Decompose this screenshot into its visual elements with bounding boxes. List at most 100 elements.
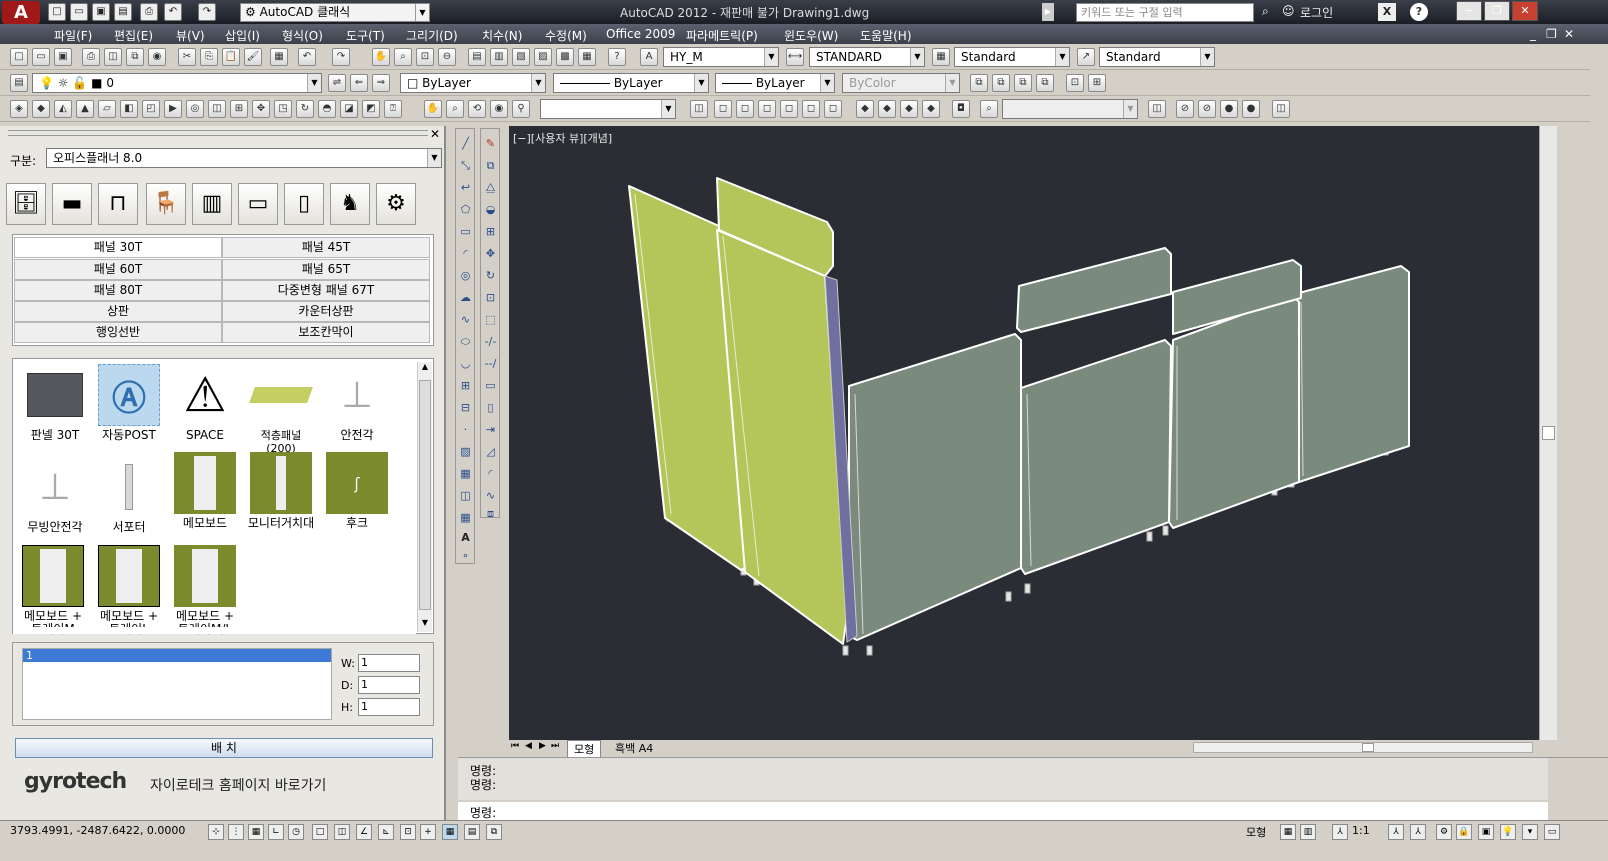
menu-office2009[interactable]: Office 2009	[606, 27, 675, 41]
ellipse-icon[interactable]: ⬭	[457, 333, 474, 350]
lineweight-select[interactable]: ByLayer ▼	[715, 73, 835, 93]
dim-style-select[interactable]: STANDARD ▼	[809, 47, 925, 67]
new-file-icon[interactable]: □	[48, 3, 66, 21]
revcloud-icon[interactable]: ☁	[457, 289, 474, 306]
named-views-icon[interactable]: ◫	[690, 100, 708, 118]
match-properties-icon[interactable]: 🖌	[244, 48, 262, 66]
polysolid-icon[interactable]: ◈	[10, 100, 28, 118]
conceptual-icon[interactable]: ●	[1242, 100, 1260, 118]
help-icon[interactable]: ?	[608, 48, 626, 66]
draworder-back-icon[interactable]: ⧉	[992, 74, 1010, 92]
scroll-thumb[interactable]	[1362, 743, 1374, 752]
save-as-icon[interactable]: ▤	[114, 3, 132, 21]
desk-icon[interactable]: 🗄	[6, 183, 46, 225]
copy-icon[interactable]: ⎘	[200, 48, 218, 66]
rotate-icon[interactable]: ↻	[482, 267, 499, 284]
panel-type-item[interactable]: 패널 80T	[14, 280, 222, 301]
tab-nav-next-icon[interactable]: ▶	[539, 741, 546, 751]
panel-type-item[interactable]: 다중변형 패널 67T	[222, 280, 430, 301]
planar-surface-icon[interactable]: ◫	[208, 100, 226, 118]
save-icon[interactable]: ▣	[54, 48, 72, 66]
transparency-icon[interactable]: ▦	[442, 824, 458, 840]
wedge-icon[interactable]: ◭	[54, 100, 72, 118]
part-item[interactable]: ⊥ 안전각	[322, 364, 392, 442]
ne-iso-icon[interactable]: ◆	[900, 100, 918, 118]
region-icon[interactable]: ◫	[457, 487, 474, 504]
menu-file[interactable]: 파일(F)	[54, 27, 92, 44]
exchange-icon[interactable]: X	[1378, 3, 1396, 21]
annotation-visibility-icon[interactable]: ⅄	[1388, 824, 1404, 840]
stretch-icon[interactable]: ⬚	[482, 311, 499, 328]
workspace-switch-icon[interactable]: ⚙	[1436, 824, 1452, 840]
part-item[interactable]: 판넬 30T	[20, 364, 90, 442]
block-editor-icon[interactable]: ▦	[270, 48, 288, 66]
panel-type-item[interactable]: 행잉선반	[14, 322, 222, 343]
cabinet-icon[interactable]: ▭	[238, 183, 278, 225]
box-icon[interactable]: ◆	[32, 100, 50, 118]
chamfer-icon[interactable]: ◿	[482, 443, 499, 460]
realistic-icon[interactable]: ●	[1220, 100, 1238, 118]
part-item[interactable]: ʃ 후크	[322, 452, 392, 530]
width-field[interactable]: 1	[358, 654, 420, 672]
table-icon[interactable]: ▦	[457, 509, 474, 526]
sphere-icon[interactable]: ▱	[98, 100, 116, 118]
construction-line-icon[interactable]: ⤡	[457, 157, 474, 174]
wireframe-icon[interactable]: ⊘	[1176, 100, 1194, 118]
menu-insert[interactable]: 삽입(I)	[225, 27, 260, 44]
front-view-icon[interactable]: ◻	[802, 100, 820, 118]
publish-icon[interactable]: ⧉	[126, 48, 144, 66]
fillet-icon[interactable]: ◜	[482, 465, 499, 482]
size-list-selected[interactable]: 1	[23, 649, 331, 662]
scroll-thumb[interactable]	[1542, 426, 1555, 440]
draworder-above-icon[interactable]: ⧉	[1014, 74, 1032, 92]
plot-icon[interactable]: ⎙	[82, 48, 100, 66]
isolate-objects-icon[interactable]: 💡	[1500, 824, 1516, 840]
grid-display-icon[interactable]: ▦	[248, 824, 264, 840]
binoculars-icon[interactable]: ⌕	[1262, 4, 1269, 19]
camera-icon[interactable]: ◉	[490, 100, 508, 118]
cylinder-icon[interactable]: ◧	[120, 100, 138, 118]
place-button[interactable]: 배 치	[15, 738, 433, 758]
panel-type-item[interactable]: 패널 60T	[14, 259, 222, 280]
arc-icon[interactable]: ◜	[457, 245, 474, 262]
camera-view-icon[interactable]: ◘	[952, 100, 970, 118]
application-menu-button[interactable]: A	[2, 1, 40, 24]
torus-icon[interactable]: ◰	[142, 100, 160, 118]
palette-grip[interactable]	[8, 130, 428, 136]
doc-close-icon[interactable]: ✕	[1564, 27, 1574, 41]
toolbar-lock-icon[interactable]: 🔒	[1456, 824, 1472, 840]
menu-view[interactable]: 뷰(V)	[176, 27, 205, 44]
drawing-viewport[interactable]	[509, 126, 1539, 740]
snap-mode-icon[interactable]: ⋮	[228, 824, 244, 840]
student-chair-icon[interactable]: 🪑	[146, 183, 186, 225]
add-selected-icon[interactable]: ∘	[457, 547, 474, 564]
save-icon[interactable]: ▣	[92, 3, 110, 21]
scroll-down-icon[interactable]: ▼	[418, 618, 432, 632]
part-item[interactable]: 메모보드	[170, 452, 240, 530]
text-front-icon[interactable]: ⊡	[1066, 74, 1084, 92]
table-style-select[interactable]: Standard ▼	[954, 47, 1070, 67]
extend-icon[interactable]: --/	[482, 355, 499, 372]
status-menu-icon[interactable]: ▾	[1522, 824, 1538, 840]
slice-icon[interactable]: ◪	[340, 100, 358, 118]
otrack-icon[interactable]: ∠	[356, 824, 372, 840]
explode-icon[interactable]: ⧈	[482, 505, 499, 522]
menu-help[interactable]: 도움말(H)	[860, 27, 912, 44]
polar-tracking-icon[interactable]: ◷	[288, 824, 304, 840]
infer-constraints-icon[interactable]: ⊹	[208, 824, 224, 840]
menu-modify[interactable]: 수정(M)	[545, 27, 587, 44]
design-center-icon[interactable]: ▥	[490, 48, 508, 66]
viewport-vertical-scrollbar[interactable]	[1539, 126, 1557, 740]
layer-previous-icon[interactable]: ⇐	[350, 74, 368, 92]
named-view-select[interactable]: ▼	[540, 99, 676, 119]
make-block-icon[interactable]: ⊟	[457, 399, 474, 416]
model-space-label[interactable]: 모형	[1246, 824, 1266, 840]
table-style-icon[interactable]: ▦	[932, 48, 950, 66]
draworder-front-icon[interactable]: ⧉	[970, 74, 988, 92]
quick-view-drawings-icon[interactable]: ▥	[1300, 824, 1316, 840]
3d-osnap-icon[interactable]: ◫	[334, 824, 350, 840]
part-item[interactable]: ⚠ SPACE	[170, 364, 240, 442]
menu-format[interactable]: 형식(O)	[282, 27, 323, 44]
hidden-icon[interactable]: ⊘	[1198, 100, 1216, 118]
sheet-set-icon[interactable]: ▨	[534, 48, 552, 66]
